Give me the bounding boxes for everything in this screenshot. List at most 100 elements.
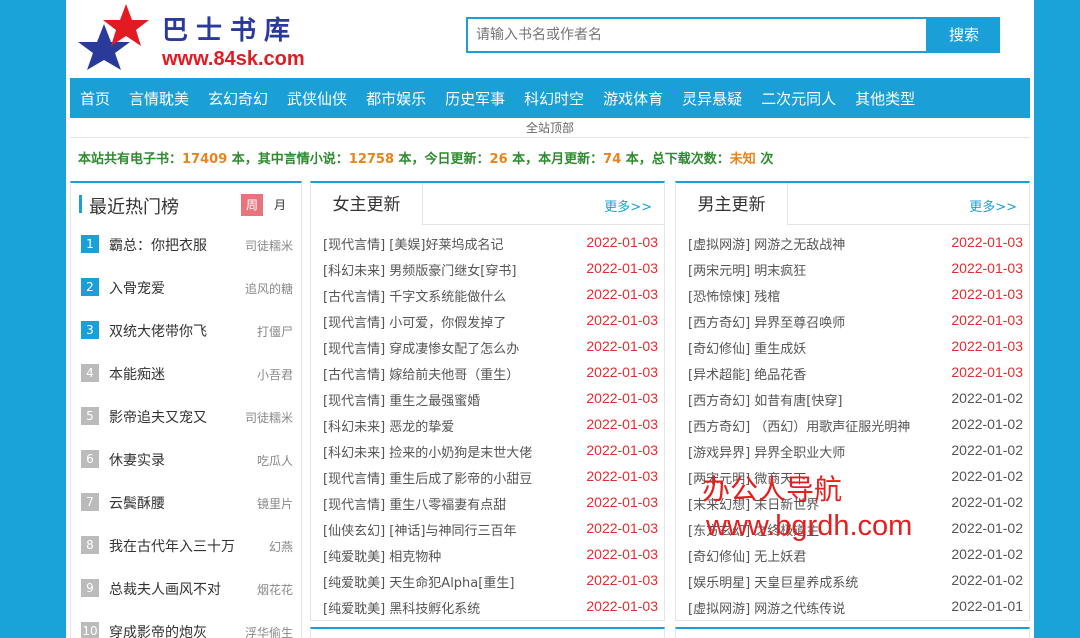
list-item[interactable]: [奇幻修仙] 重生成妖 2022-01-03 bbox=[676, 333, 1029, 359]
book-entry[interactable]: [仙侠玄幻] [神话]与神同行三百年 bbox=[323, 520, 516, 539]
book-title[interactable]: 重生后成了影帝的小甜豆 bbox=[389, 472, 532, 487]
hot-list-item[interactable]: 2 入骨宠爱 追风的糖 bbox=[71, 268, 301, 311]
book-title[interactable]: 双统大佬带你飞 bbox=[109, 321, 207, 341]
list-item[interactable]: [西方奇幻] 异界至尊召唤师 2022-01-03 bbox=[676, 307, 1029, 333]
book-entry[interactable]: [现代言情] 小可爱，你假发掉了 bbox=[323, 312, 506, 331]
book-title[interactable]: 黑科技孵化系统 bbox=[389, 602, 480, 617]
list-item[interactable]: [古代言情] 嫁给前夫他哥（重生） 2022-01-03 bbox=[311, 359, 664, 385]
book-title[interactable]: 千字文系统能做什么 bbox=[389, 290, 506, 305]
book-title[interactable]: 网游之代练传说 bbox=[754, 602, 845, 617]
book-entry[interactable]: [现代言情] [美娱]好莱坞成名记 bbox=[323, 234, 503, 253]
list-item[interactable]: [东方玄幻] 之终极道主 2022-01-02 bbox=[676, 515, 1029, 541]
book-entry[interactable]: [虚拟网游] 网游之无敌战神 bbox=[688, 234, 845, 253]
search-button[interactable]: 搜索 bbox=[928, 17, 1000, 53]
hot-list-item[interactable]: 10 穿成影帝的炮灰 浮华偷生 bbox=[71, 612, 301, 638]
book-title[interactable]: 无上妖君 bbox=[754, 550, 806, 565]
list-item[interactable]: [两宋元明] 微商天下 2022-01-02 bbox=[676, 463, 1029, 489]
list-item[interactable]: [古代言情] 千字文系统能做什么 2022-01-03 bbox=[311, 281, 664, 307]
book-entry[interactable]: [纯爱耽美] 天生命犯Alpha[重生] bbox=[323, 572, 514, 591]
nav-acg[interactable]: 二次元同人 bbox=[761, 88, 836, 109]
list-item[interactable]: [西方奇幻] （西幻）用歌声征服光明神 2022-01-02 bbox=[676, 411, 1029, 437]
list-item[interactable]: [纯爱耽美] 天生命犯Alpha[重生] 2022-01-03 bbox=[311, 567, 664, 593]
book-entry[interactable]: [恐怖惊悚] 残棺 bbox=[688, 286, 780, 305]
book-entry[interactable]: [奇幻修仙] 重生成妖 bbox=[688, 338, 806, 357]
list-item[interactable]: [现代言情] [美娱]好莱坞成名记 2022-01-03 bbox=[311, 229, 664, 255]
book-title[interactable]: 异界全职业大师 bbox=[754, 446, 845, 461]
book-title[interactable]: 天皇巨星养成系统 bbox=[754, 576, 858, 591]
book-title[interactable]: 重生之最强蜜婚 bbox=[389, 394, 480, 409]
hot-list-item[interactable]: 6 休妻实录 吃瓜人 bbox=[71, 440, 301, 483]
nav-urban[interactable]: 都市娱乐 bbox=[366, 88, 426, 109]
book-title[interactable]: 明末疯狂 bbox=[754, 264, 806, 279]
list-item[interactable]: [现代言情] 重生八零福妻有点甜 2022-01-03 bbox=[311, 489, 664, 515]
list-item[interactable]: [娱乐明星] 天皇巨星养成系统 2022-01-02 bbox=[676, 567, 1029, 593]
search-input[interactable] bbox=[466, 17, 928, 53]
book-title[interactable]: 绝品花香 bbox=[754, 368, 806, 383]
book-title[interactable]: （西幻）用歌声征服光明神 bbox=[754, 420, 910, 435]
book-entry[interactable]: [古代言情] 千字文系统能做什么 bbox=[323, 286, 506, 305]
book-title[interactable]: 入骨宠爱 bbox=[109, 278, 165, 298]
nav-wuxia[interactable]: 武侠仙侠 bbox=[287, 88, 347, 109]
list-item[interactable]: [末来幻想] 末日新世界 2022-01-02 bbox=[676, 489, 1029, 515]
list-item[interactable]: [科幻未来] 捡来的小奶狗是末世大佬 2022-01-03 bbox=[311, 437, 664, 463]
hot-list-item[interactable]: 3 双统大佬带你飞 打僵尸 bbox=[71, 311, 301, 354]
list-item[interactable]: [虚拟网游] 网游之代练传说 2022-01-01 bbox=[676, 593, 1029, 619]
book-title[interactable]: 之终极道主 bbox=[754, 524, 819, 539]
book-entry[interactable]: [西方奇幻] （西幻）用歌声征服光明神 bbox=[688, 416, 910, 435]
list-item[interactable]: [科幻未来] 恶龙的挚爱 2022-01-03 bbox=[311, 411, 664, 437]
list-item[interactable]: [现代言情] 小可爱，你假发掉了 2022-01-03 bbox=[311, 307, 664, 333]
book-title[interactable]: 微商天下 bbox=[754, 472, 806, 487]
list-item[interactable]: [科幻未来] 男频版豪门继女[穿书] 2022-01-03 bbox=[311, 255, 664, 281]
male-more-link[interactable]: 更多>> bbox=[969, 196, 1017, 215]
book-title[interactable]: [美娱]好莱坞成名记 bbox=[389, 238, 503, 253]
book-title[interactable]: [神话]与神同行三百年 bbox=[389, 524, 516, 539]
list-item[interactable]: [两宋元明] 明末疯狂 2022-01-03 bbox=[676, 255, 1029, 281]
hot-list-item[interactable]: 4 本能痴迷 小吾君 bbox=[71, 354, 301, 397]
book-title[interactable]: 男频版豪门继女[穿书] bbox=[389, 264, 516, 279]
book-title[interactable]: 本能痴迷 bbox=[109, 364, 165, 384]
list-item[interactable]: [现代言情] 重生之最强蜜婚 2022-01-03 bbox=[311, 385, 664, 411]
list-item[interactable]: [纯爱耽美] 黑科技孵化系统 2022-01-03 bbox=[311, 593, 664, 619]
book-title[interactable]: 我在古代年入三十万 bbox=[109, 536, 235, 556]
book-entry[interactable]: [虚拟网游] 网游之代练传说 bbox=[688, 598, 845, 617]
female-more-link[interactable]: 更多>> bbox=[604, 196, 652, 215]
list-item[interactable]: [现代言情] 重生后成了影帝的小甜豆 2022-01-03 bbox=[311, 463, 664, 489]
book-title[interactable]: 小可爱，你假发掉了 bbox=[389, 316, 506, 331]
list-item[interactable]: [恐怖惊悚] 残棺 2022-01-03 bbox=[676, 281, 1029, 307]
list-item[interactable]: [西方奇幻] 如昔有唐[快穿] 2022-01-02 bbox=[676, 385, 1029, 411]
nav-home[interactable]: 首页 bbox=[80, 88, 110, 109]
book-title[interactable]: 云鬓酥腰 bbox=[109, 493, 165, 513]
tab-week[interactable]: 周 bbox=[241, 194, 263, 216]
book-title[interactable]: 恶龙的挚爱 bbox=[389, 420, 454, 435]
list-item[interactable]: [纯爱耽美] 相克物种 2022-01-03 bbox=[311, 541, 664, 567]
book-title[interactable]: 重生成妖 bbox=[754, 342, 806, 357]
book-entry[interactable]: [现代言情] 重生八零福妻有点甜 bbox=[323, 494, 506, 513]
book-entry[interactable]: [两宋元明] 明末疯狂 bbox=[688, 260, 806, 279]
book-entry[interactable]: [科幻未来] 男频版豪门继女[穿书] bbox=[323, 260, 516, 279]
book-entry[interactable]: [纯爱耽美] 相克物种 bbox=[323, 546, 441, 565]
book-title[interactable]: 影帝追夫又宠又 bbox=[109, 407, 207, 427]
book-entry[interactable]: [两宋元明] 微商天下 bbox=[688, 468, 806, 487]
male-updates-title[interactable]: 男主更新 bbox=[676, 183, 788, 225]
nav-mystery[interactable]: 灵异悬疑 bbox=[682, 88, 742, 109]
book-entry[interactable]: [现代言情] 重生之最强蜜婚 bbox=[323, 390, 480, 409]
book-title[interactable]: 嫁给前夫他哥（重生） bbox=[389, 368, 519, 383]
book-entry[interactable]: [科幻未来] 捡来的小奶狗是末世大佬 bbox=[323, 442, 532, 461]
tab-month[interactable]: 月 bbox=[269, 194, 291, 216]
list-item[interactable]: [虚拟网游] 网游之无敌战神 2022-01-03 bbox=[676, 229, 1029, 255]
hot-list-item[interactable]: 8 我在古代年入三十万 幻燕 bbox=[71, 526, 301, 569]
book-title[interactable]: 网游之无敌战神 bbox=[754, 238, 845, 253]
book-entry[interactable]: [现代言情] 穿成凄惨女配了怎么办 bbox=[323, 338, 519, 357]
list-item[interactable]: [异术超能] 绝品花香 2022-01-03 bbox=[676, 359, 1029, 385]
book-entry[interactable]: [异术超能] 绝品花香 bbox=[688, 364, 806, 383]
site-logo[interactable]: 巴士书库 www.84sk.com bbox=[74, 2, 324, 72]
book-entry[interactable]: [科幻未来] 恶龙的挚爱 bbox=[323, 416, 454, 435]
book-entry[interactable]: [游戏异界] 异界全职业大师 bbox=[688, 442, 845, 461]
hot-list-item[interactable]: 9 总裁夫人画风不对 烟花花 bbox=[71, 569, 301, 612]
book-title[interactable]: 穿成影帝的炮灰 bbox=[109, 622, 207, 638]
book-entry[interactable]: [纯爱耽美] 黑科技孵化系统 bbox=[323, 598, 480, 617]
list-item[interactable]: [现代言情] 穿成凄惨女配了怎么办 2022-01-03 bbox=[311, 333, 664, 359]
book-title[interactable]: 异界至尊召唤师 bbox=[754, 316, 845, 331]
nav-games[interactable]: 游戏体育 bbox=[603, 88, 663, 109]
book-title[interactable]: 残棺 bbox=[754, 290, 780, 305]
